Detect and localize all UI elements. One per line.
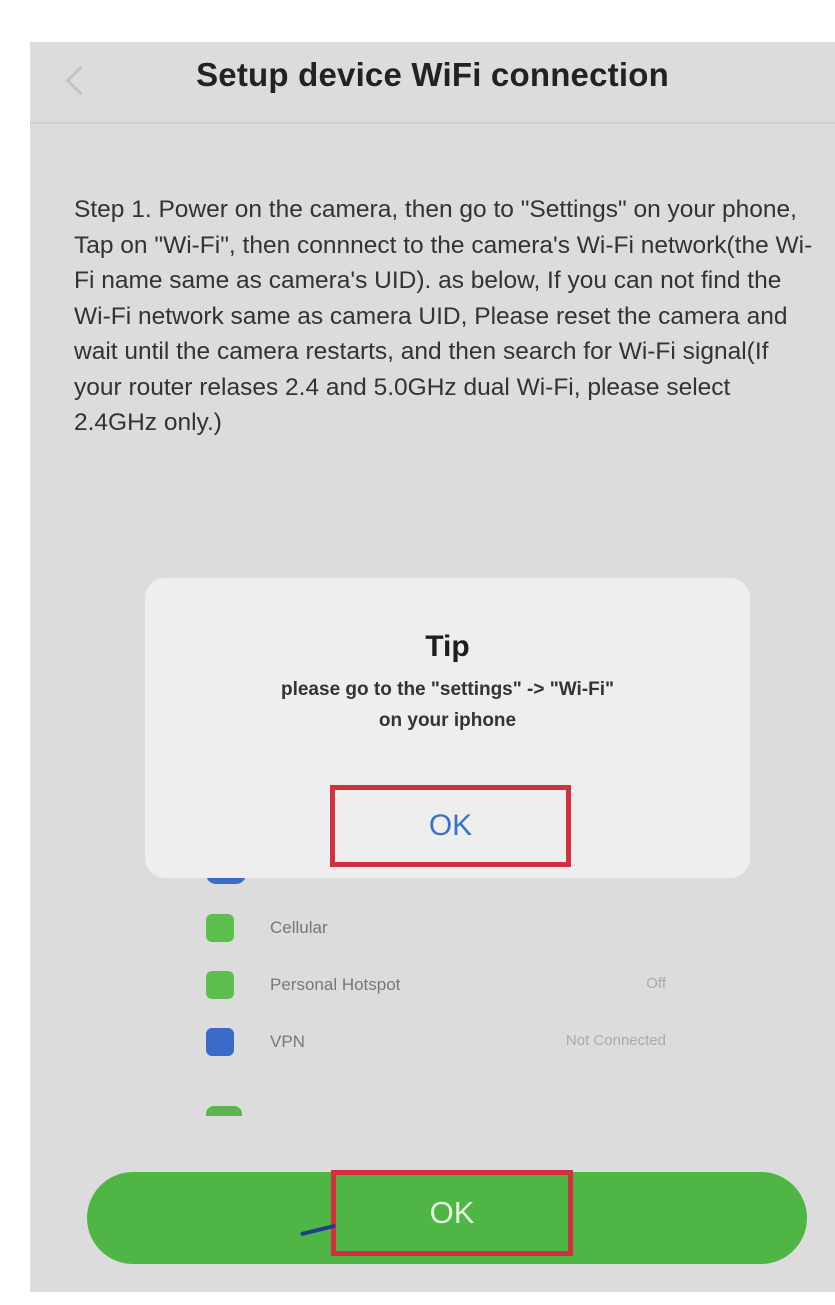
app-screen: Setup device WiFi connection Step 1. Pow… xyxy=(30,42,835,1292)
settings-row-vpn: VPN Not Connected xyxy=(206,1016,706,1073)
navigation-bar: Setup device WiFi connection xyxy=(30,42,835,122)
cellular-icon xyxy=(206,914,234,942)
settings-preview-list: Cellular Personal Hotspot Off VPN Not Co… xyxy=(206,872,706,1056)
settings-row-label: VPN xyxy=(270,1032,305,1051)
dialog-message: please go to the "settings" -> "Wi-Fi" o… xyxy=(165,674,730,736)
hotspot-icon xyxy=(206,971,234,999)
header-divider xyxy=(30,122,835,124)
settings-row-value: Not Connected xyxy=(565,1032,666,1049)
vpn-icon xyxy=(206,1028,234,1056)
dialog-message-line: please go to the "settings" -> "Wi-Fi" xyxy=(280,679,615,700)
dialog-title: Tip xyxy=(425,630,470,663)
page-title: Setup device WiFi connection xyxy=(196,56,669,93)
settings-icon-partial xyxy=(206,1106,242,1116)
settings-row-personal-hotspot: Personal Hotspot Off xyxy=(206,959,706,1016)
dialog-message-line: on your iphone xyxy=(378,710,517,731)
settings-row-label: Cellular xyxy=(270,918,328,937)
settings-row-label: Personal Hotspot xyxy=(270,975,401,994)
settings-row-cellular: Cellular xyxy=(206,902,706,959)
settings-row-value: Off xyxy=(646,975,666,992)
dialog-ok-button[interactable]: OK xyxy=(330,785,571,867)
setup-instructions: Step 1. Power on the camera, then go to … xyxy=(74,196,813,436)
confirm-button-label: OK xyxy=(331,1170,573,1256)
confirm-button[interactable]: OK xyxy=(87,1170,807,1264)
tip-dialog: Tip please go to the "settings" -> "Wi-F… xyxy=(145,578,750,878)
